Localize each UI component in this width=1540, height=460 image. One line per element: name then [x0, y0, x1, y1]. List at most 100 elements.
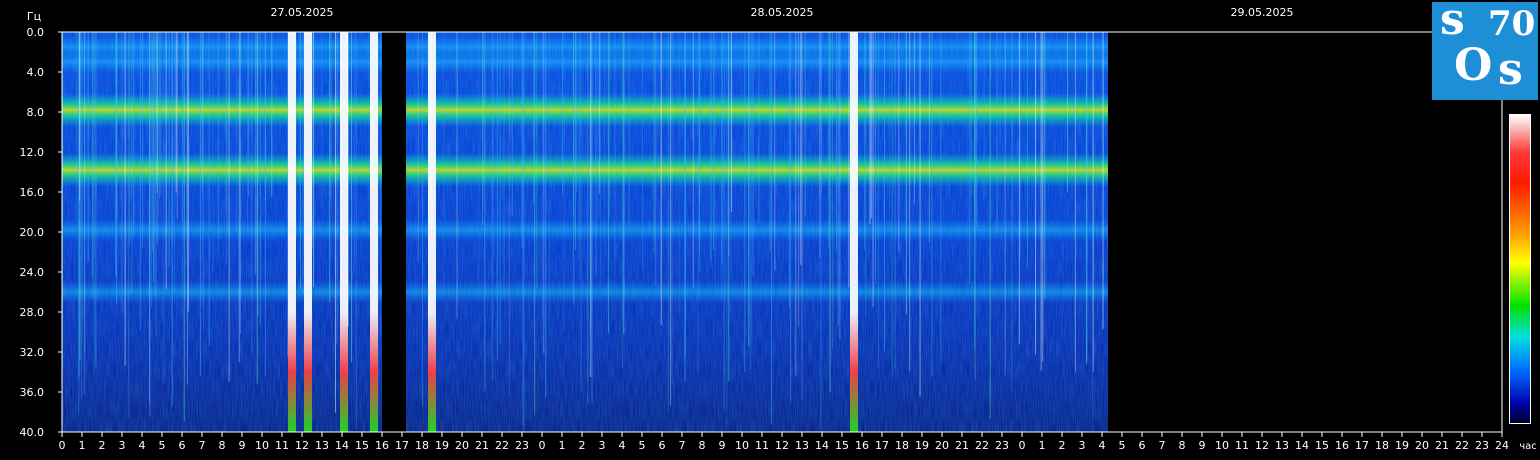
noise-streak — [931, 32, 933, 377]
x-tick-label: 16 — [375, 439, 389, 452]
noise-streak — [870, 32, 872, 219]
logo-letter-s1: s — [1440, 0, 1465, 45]
x-tick-label: 22 — [975, 439, 989, 452]
noise-streak — [417, 32, 419, 263]
resonance-band — [62, 219, 382, 241]
noise-streak — [1085, 32, 1087, 366]
x-tick-label: 8 — [1179, 439, 1186, 452]
x-tick-label: 17 — [875, 439, 889, 452]
noise-streak — [95, 32, 97, 367]
x-tick-label: 9 — [1199, 439, 1206, 452]
noise-streak — [368, 32, 370, 221]
noise-streak — [614, 32, 616, 277]
noise-streak — [543, 32, 545, 354]
noise-streak — [758, 32, 760, 224]
noise-streak — [574, 32, 576, 251]
x-tick-label: 24 — [1495, 439, 1509, 452]
noise-streak — [355, 32, 357, 429]
noise-streak — [728, 32, 730, 256]
date-label: 29.05.2025 — [1231, 6, 1294, 19]
noise-streak — [801, 32, 803, 401]
noise-streak — [575, 32, 577, 193]
noise-streak — [869, 32, 871, 225]
noise-streak — [749, 32, 751, 370]
y-tick-label: 36.0 — [20, 386, 45, 399]
x-tick-label: 13 — [315, 439, 329, 452]
noise-streak — [771, 32, 773, 425]
noise-streak — [203, 32, 205, 331]
noise-streak — [607, 32, 609, 333]
noise-streak — [82, 32, 84, 340]
noise-streak — [131, 32, 133, 294]
noise-streak — [1067, 32, 1069, 193]
x-tick-label: 10 — [735, 439, 749, 452]
noise-streak — [628, 32, 630, 228]
noise-streak — [330, 32, 332, 199]
noise-streak — [642, 32, 644, 270]
noise-streak — [321, 32, 323, 208]
noise-streak — [969, 32, 971, 285]
noise-streak — [752, 32, 754, 276]
noise-streak — [710, 32, 712, 267]
noise-streak — [545, 32, 547, 398]
noise-streak — [155, 32, 157, 337]
x-tick-label: 21 — [1435, 439, 1449, 452]
noise-streak — [154, 32, 156, 296]
noise-streak — [905, 32, 907, 315]
noise-streak — [176, 32, 178, 219]
noise-streak — [888, 32, 890, 232]
noise-streak — [335, 32, 337, 413]
noise-streak — [940, 32, 942, 362]
noise-streak — [225, 32, 227, 206]
noise-streak — [875, 32, 877, 285]
noise-streak — [165, 32, 167, 289]
noise-streak — [590, 32, 592, 328]
x-tick-label: 1 — [1039, 439, 1046, 452]
noise-streak — [150, 32, 152, 309]
noise-streak — [989, 32, 991, 420]
x-tick-label: 19 — [435, 439, 449, 452]
noise-streak — [622, 32, 624, 368]
date-label: 27.05.2025 — [271, 6, 334, 19]
resonance-band — [62, 51, 382, 73]
noise-streak — [163, 32, 165, 384]
noise-streak — [422, 32, 424, 407]
noise-streak — [976, 32, 978, 227]
noise-streak — [974, 32, 976, 381]
noise-streak — [246, 32, 248, 231]
noise-streak — [1019, 32, 1021, 260]
noise-streak — [238, 32, 240, 362]
x-tick-label: 17 — [395, 439, 409, 452]
noise-streak — [139, 32, 141, 331]
x-tick-label: 23 — [515, 439, 529, 452]
noise-streak — [541, 32, 543, 341]
x-tick-label: 0 — [59, 439, 66, 452]
noise-streak — [201, 32, 203, 308]
noise-streak — [970, 32, 972, 197]
noise-streak — [548, 32, 550, 336]
noise-streak — [883, 32, 885, 352]
noise-streak — [671, 32, 673, 385]
noise-streak — [919, 32, 921, 397]
x-tick-label: 13 — [1275, 439, 1289, 452]
x-tick-label: 2 — [99, 439, 106, 452]
burst-column — [850, 32, 858, 432]
noise-streak — [769, 32, 771, 252]
noise-streak — [872, 32, 874, 308]
noise-streak — [522, 32, 524, 426]
noise-streak — [877, 32, 879, 367]
noise-streak — [587, 32, 589, 404]
noise-streak — [478, 32, 480, 334]
noise-streak — [534, 32, 536, 416]
resonance-band — [62, 93, 382, 127]
noise-streak — [212, 32, 214, 271]
x-tick-label: 7 — [199, 439, 206, 452]
noise-streak — [182, 32, 184, 221]
y-tick-label: 16.0 — [20, 186, 45, 199]
x-tick-label: 10 — [255, 439, 269, 452]
noise-streak — [299, 32, 301, 289]
noise-streak — [508, 32, 510, 396]
x-tick-label: 15 — [1315, 439, 1329, 452]
noise-streak — [670, 32, 672, 406]
logo-number: 70 — [1488, 4, 1536, 44]
